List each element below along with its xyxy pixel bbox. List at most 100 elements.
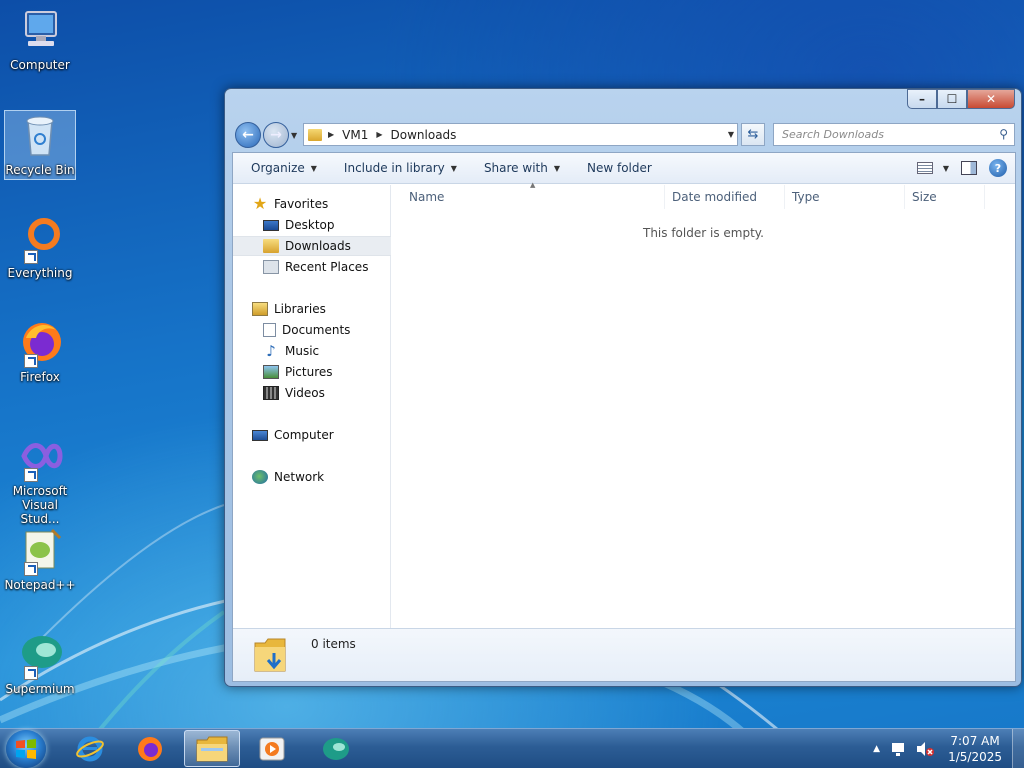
forward-arrow-icon: →: [270, 127, 282, 143]
details-pane: 0 items: [233, 628, 1015, 681]
column-header-name[interactable]: ▲ Name: [392, 181, 665, 209]
recycle-bin-icon: [16, 111, 64, 159]
nav-label: Downloads: [285, 239, 351, 253]
navigation-pane: ★ Favorites Desktop Downloads Recent Plac…: [233, 185, 391, 628]
computer-icon: [16, 6, 64, 54]
desktop-icon-computer[interactable]: Computer: [4, 6, 76, 72]
taskbar-internet-explorer[interactable]: [62, 730, 118, 767]
taskbar-media-player[interactable]: [244, 730, 300, 767]
computer-icon: [252, 429, 268, 441]
details-view-icon: [916, 162, 933, 174]
show-hidden-icons-button[interactable]: ▲: [873, 744, 880, 754]
recent-places-icon: [263, 260, 279, 274]
include-in-library-menu[interactable]: Include in library ▼: [335, 156, 466, 180]
downloads-folder-icon: [263, 239, 279, 253]
firefox-icon: [16, 318, 64, 368]
system-tray: ▲ 7:07 AM 1/5/2025: [873, 729, 1024, 768]
preview-pane-button[interactable]: [961, 158, 977, 178]
refresh-button[interactable]: ⇆: [741, 123, 765, 146]
address-history-dropdown[interactable]: ▼: [724, 124, 738, 145]
everything-icon: [16, 214, 64, 264]
nav-pictures[interactable]: Pictures: [233, 362, 391, 382]
nav-recent-places[interactable]: Recent Places: [233, 257, 391, 277]
help-button[interactable]: ?: [989, 158, 1007, 178]
nav-downloads[interactable]: Downloads: [233, 236, 391, 256]
change-view-button[interactable]: ▼: [916, 158, 949, 178]
desktop-icon-label: Firefox: [20, 370, 60, 384]
breadcrumb-separator-icon[interactable]: ▶: [328, 130, 334, 139]
file-list[interactable]: ▲ Name Date modified Type Size This folde…: [392, 181, 1015, 628]
taskbar: ▲ 7:07 AM 1/5/2025: [0, 728, 1024, 768]
nav-desktop[interactable]: Desktop: [233, 215, 391, 235]
share-with-label: Share with: [483, 161, 548, 175]
desktop-icon-label: Computer: [10, 58, 70, 72]
search-input[interactable]: [782, 128, 987, 141]
nav-music[interactable]: ♪ Music: [233, 341, 391, 361]
explorer-window[interactable]: – ☐ ✕ ← → ▼ ▶ VM1 ▶ Downloads ▼ ⇆ ⚲ Orga…: [224, 88, 1022, 687]
column-header-date-modified[interactable]: Date modified: [665, 185, 785, 209]
breadcrumb-separator-icon[interactable]: ▶: [376, 130, 382, 139]
item-count: 0 items: [311, 637, 356, 651]
taskbar-windows-explorer[interactable]: [184, 730, 240, 767]
column-label: Type: [792, 190, 820, 204]
organize-menu[interactable]: Organize ▼: [242, 156, 326, 180]
desktop-icon-notepad-plus-plus[interactable]: Notepad++: [4, 526, 76, 592]
forward-button[interactable]: →: [263, 122, 289, 148]
refresh-icon: ⇆: [747, 127, 759, 142]
firefox-icon: [138, 736, 162, 761]
explorer-content: Organize ▼ Include in library ▼ Share with…: [232, 152, 1016, 682]
column-header-type[interactable]: Type: [785, 185, 905, 209]
desktop-icon-visual-studio[interactable]: Microsoft Visual Stud...: [4, 432, 76, 526]
recent-pages-dropdown[interactable]: ▼: [291, 131, 297, 140]
start-button[interactable]: [6, 730, 46, 768]
nav-documents[interactable]: Documents: [233, 320, 391, 340]
desktop-icon-supermium[interactable]: Supermium: [4, 630, 76, 696]
nav-computer[interactable]: Computer: [233, 425, 391, 445]
search-box[interactable]: ⚲: [773, 123, 1015, 146]
nav-label: Desktop: [285, 218, 335, 232]
shortcut-arrow-icon: [24, 666, 38, 680]
address-bar[interactable]: ▶ VM1 ▶ Downloads: [303, 123, 738, 146]
minimize-button[interactable]: –: [907, 89, 937, 109]
taskbar-supermium[interactable]: [308, 730, 364, 767]
network-tray-icon[interactable]: [890, 741, 908, 757]
libraries-icon: [252, 302, 268, 316]
organize-label: Organize: [251, 161, 305, 175]
new-folder-button[interactable]: New folder: [578, 156, 661, 180]
music-note-icon: ♪: [266, 342, 276, 360]
column-label: Date modified: [672, 190, 758, 204]
nav-label: Favorites: [274, 197, 329, 211]
show-desktop-button[interactable]: [1012, 729, 1024, 768]
maximize-button[interactable]: ☐: [937, 89, 967, 109]
clock[interactable]: 7:07 AM 1/5/2025: [948, 733, 1002, 765]
network-icon: [252, 470, 268, 484]
nav-videos[interactable]: Videos: [233, 383, 391, 403]
breadcrumb-downloads[interactable]: Downloads: [391, 128, 457, 142]
close-button[interactable]: ✕: [967, 89, 1015, 109]
back-button[interactable]: ←: [235, 122, 261, 148]
desktop-icon-everything[interactable]: Everything: [4, 214, 76, 280]
windows-logo-icon: [16, 739, 36, 759]
column-headers: ▲ Name Date modified Type Size: [392, 181, 1015, 209]
search-icon[interactable]: ⚲: [999, 127, 1008, 141]
column-header-size[interactable]: Size: [905, 185, 985, 209]
breadcrumb-vm1[interactable]: VM1: [342, 128, 368, 142]
taskbar-firefox[interactable]: [122, 730, 178, 767]
column-label: Name: [409, 190, 445, 204]
visual-studio-icon: [16, 432, 64, 482]
nav-network[interactable]: Network: [233, 467, 391, 487]
desktop-icon-recycle-bin[interactable]: Recycle Bin: [4, 110, 76, 180]
chevron-down-icon: ▼: [310, 163, 317, 173]
nav-libraries[interactable]: Libraries: [233, 299, 391, 319]
include-in-library-label: Include in library: [343, 161, 445, 175]
windows-explorer-icon: [196, 736, 228, 761]
volume-muted-icon[interactable]: [916, 741, 935, 757]
share-with-menu[interactable]: Share with ▼: [475, 156, 569, 180]
sort-ascending-icon: ▲: [530, 181, 536, 189]
nav-label: Network: [274, 470, 325, 484]
nav-label: Videos: [285, 386, 325, 400]
chevron-down-icon: ▼: [942, 163, 949, 173]
nav-favorites[interactable]: ★ Favorites: [233, 194, 391, 214]
desktop-icon-firefox[interactable]: Firefox: [4, 318, 76, 384]
command-bar: Organize ▼ Include in library ▼ Share with…: [233, 153, 1015, 184]
